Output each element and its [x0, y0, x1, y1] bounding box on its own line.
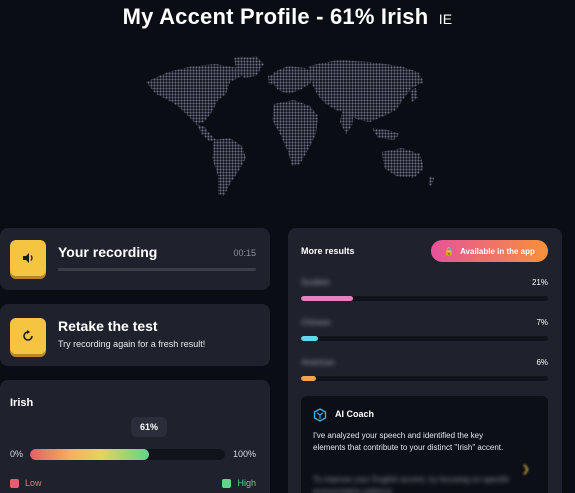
result-fill — [301, 376, 316, 381]
retake-subtitle: Try recording again for a fresh result! — [58, 339, 206, 349]
recording-duration: 00:15 — [233, 248, 256, 258]
play-recording-button[interactable] — [10, 240, 46, 276]
result-fill — [301, 336, 319, 341]
result-percent: 7% — [536, 318, 548, 327]
legend-low-label: Low — [25, 478, 42, 488]
recording-card: Your recording 00:15 — [0, 228, 270, 290]
result-name: Chinese — [301, 318, 331, 327]
flag-code: IE — [438, 11, 453, 27]
app-button-label: Available in the app — [460, 246, 535, 256]
retake-card[interactable]: Retake the test Try recording again for … — [0, 304, 270, 366]
ai-coach-icon — [313, 408, 327, 422]
legend-high-swatch — [222, 478, 232, 488]
recording-progress-track[interactable] — [58, 268, 256, 271]
ai-coach-locked-text: To improve your English accent, try focu… — [313, 475, 510, 493]
available-in-app-button[interactable]: 🔒 Available in the app — [431, 240, 548, 262]
result-fill — [301, 296, 353, 301]
world-map — [146, 56, 434, 196]
legend-low: Low — [10, 478, 42, 488]
result-percent: 6% — [536, 358, 548, 367]
ai-coach-title: AI Coach — [335, 409, 375, 419]
ai-coach-panel: AI Coach I've analyzed your speech and i… — [301, 396, 548, 493]
page-title: My Accent Profile - 61% Irish IE — [0, 4, 575, 30]
refresh-icon — [23, 330, 33, 341]
accent-score-card: Irish 61% 0% 100% Low High — [0, 380, 270, 493]
legend-high-label: High — [237, 478, 256, 488]
retake-title: Retake the test — [58, 318, 158, 334]
result-track — [301, 376, 548, 381]
result-name: Scottish — [301, 278, 330, 287]
title-text: My Accent Profile - 61% Irish — [122, 4, 429, 29]
ai-coach-text: I've analyzed your speech and identified… — [313, 431, 504, 452]
retake-button[interactable] — [10, 318, 46, 354]
recording-title: Your recording — [58, 244, 158, 260]
speaker-icon — [23, 253, 33, 263]
result-track — [301, 336, 548, 341]
accent-name: Irish — [10, 397, 34, 409]
legend-low-swatch — [10, 478, 19, 488]
accent-scale-track — [30, 449, 225, 460]
accent-scale-fill — [30, 449, 149, 460]
chevron-right-icon[interactable]: ❯ — [522, 464, 530, 475]
accent-percent-badge: 61% — [131, 417, 167, 437]
result-percent: 21% — [531, 278, 548, 287]
result-track — [301, 296, 548, 301]
results-title: More results — [301, 246, 355, 256]
lock-icon: 🔒 — [444, 246, 455, 256]
legend-high: High — [222, 478, 256, 488]
result-name: American — [301, 358, 335, 367]
more-results-card: More results 🔒 Available in the app Scot… — [288, 228, 562, 493]
scale-min-label: 0% — [10, 449, 24, 459]
scale-max-label: 100% — [232, 449, 256, 459]
